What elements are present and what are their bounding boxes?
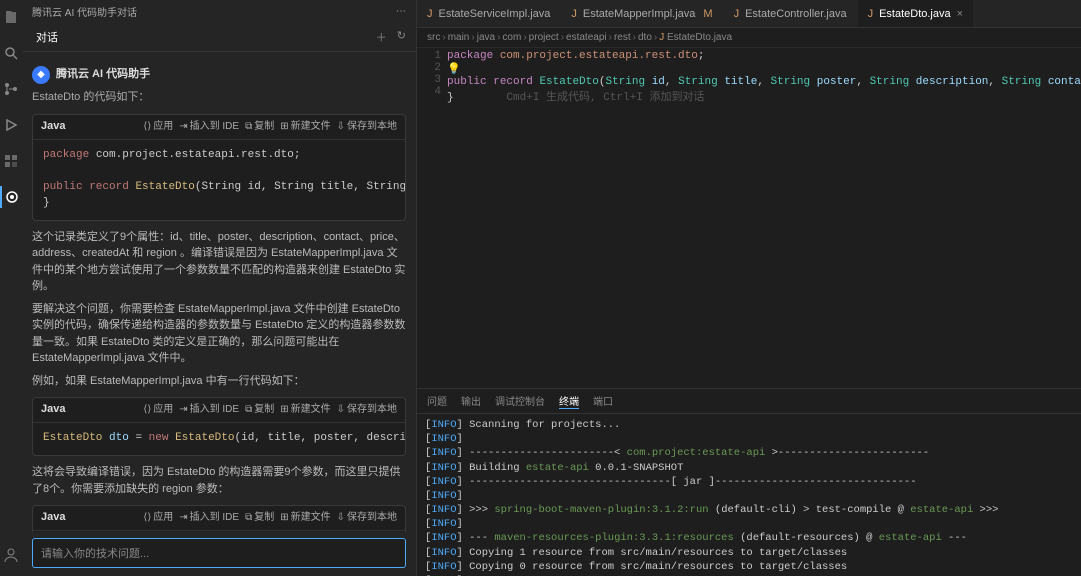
newfile-button[interactable]: ⊞ 新建文件: [280, 120, 330, 135]
extensions-icon[interactable]: [0, 150, 22, 172]
tab-controller[interactable]: JEstateController.java: [724, 0, 858, 27]
panel-title: 腾讯云 AI 代码助手对话: [32, 4, 137, 19]
explain-1: 这个记录类定义了9个属性：id、title、poster、description…: [32, 229, 406, 295]
tab-dto[interactable]: JEstateDto.java×: [858, 0, 974, 27]
ai-icon[interactable]: [0, 186, 22, 208]
code-body-2: EstateDto dto = new EstateDto(id, title,…: [33, 423, 405, 455]
search-icon[interactable]: [0, 42, 22, 64]
copy-button[interactable]: ⧉ 复制: [245, 120, 274, 135]
chat-tab[interactable]: 对话: [32, 27, 62, 47]
code-area[interactable]: package com.project.estateapi.rest.dto; …: [447, 48, 1081, 388]
explorer-icon[interactable]: [0, 6, 22, 28]
code-card-3: Java ⟨⟩ 应用 ⇥ 插入到 IDE ⧉ 复制 ⊞ 新建文件 ⇩ 保存到本地…: [32, 505, 406, 532]
new-chat-icon[interactable]: ＋: [376, 29, 387, 45]
terminal-tabs: 问题 输出 调试控制台 终端 端口: [417, 389, 1081, 414]
bottom-panel: 问题 输出 调试控制台 终端 端口 [INFO] Scanning for pr…: [417, 388, 1081, 576]
code-editor[interactable]: 1234 package com.project.estateapi.rest.…: [417, 48, 1081, 388]
tab-problems[interactable]: 问题: [427, 393, 447, 409]
ai-avatar: ◆: [32, 66, 50, 84]
tab-debug[interactable]: 调试控制台: [495, 393, 545, 409]
tab-service[interactable]: JEstateServiceImpl.java: [417, 0, 561, 27]
ai-chat-panel: 腾讯云 AI 代码助手对话 ⋯ 对话 ＋ ↻ ◆ 腾讯云 AI 代码助手 Est…: [22, 0, 417, 576]
copy-button[interactable]: ⧉ 复制: [245, 403, 274, 418]
chat-body: ◆ 腾讯云 AI 代码助手 EstateDto 的代码如下： Java ⟨⟩ 应…: [22, 52, 416, 532]
debug-icon[interactable]: [0, 114, 22, 136]
editor-tabs: JEstateServiceImpl.java JEstateMapperImp…: [417, 0, 1081, 28]
save-button[interactable]: ⇩ 保存到本地: [337, 120, 397, 135]
user-prompt: EstateDto 的代码如下：: [32, 90, 406, 106]
code-card-2: Java ⟨⟩ 应用 ⇥ 插入到 IDE ⧉ 复制 ⊞ 新建文件 ⇩ 保存到本地…: [32, 397, 406, 456]
code-lang: Java: [41, 119, 137, 135]
breadcrumb[interactable]: src›main›java›com›project›estateapi›rest…: [417, 28, 1081, 48]
tab-terminal[interactable]: 终端: [559, 393, 579, 409]
tab-ports[interactable]: 端口: [593, 393, 613, 409]
apply-button[interactable]: ⟨⟩ 应用: [143, 403, 173, 418]
explain-4: 这将会导致编译错误，因为 EstateDto 的构造器需要9个参数，而这里只提供…: [32, 464, 406, 497]
apply-button[interactable]: ⟨⟩ 应用: [143, 120, 173, 135]
account-icon[interactable]: [0, 544, 22, 566]
insert-ide-button[interactable]: ⇥ 插入到 IDE: [179, 403, 239, 418]
copy-button[interactable]: ⧉ 复制: [245, 511, 274, 526]
save-button[interactable]: ⇩ 保存到本地: [337, 511, 397, 526]
newfile-button[interactable]: ⊞ 新建文件: [280, 511, 330, 526]
close-tab-icon[interactable]: ×: [957, 8, 963, 20]
tab-mapper[interactable]: JEstateMapperImpl.javaM: [561, 0, 723, 27]
apply-button[interactable]: ⟨⟩ 应用: [143, 511, 173, 526]
ai-name: 腾讯云 AI 代码助手: [56, 67, 150, 83]
code-body-1: package com.project.estateapi.rest.dto; …: [33, 140, 405, 220]
panel-more-icon[interactable]: ⋯: [396, 6, 406, 17]
history-icon[interactable]: ↻: [397, 29, 406, 45]
scm-icon[interactable]: [0, 78, 22, 100]
newfile-button[interactable]: ⊞ 新建文件: [280, 403, 330, 418]
code-body-3: EstateDto dto = new EstateDto(id, title,…: [33, 531, 405, 532]
save-button[interactable]: ⇩ 保存到本地: [337, 403, 397, 418]
gutter: 1234: [417, 48, 447, 388]
explain-3: 例如，如果 EstateMapperImpl.java 中有一行代码如下：: [32, 373, 406, 390]
activity-bar: [0, 0, 22, 576]
explain-2: 要解决这个问题，你需要检查 EstateMapperImpl.java 文件中创…: [32, 301, 406, 367]
terminal-body[interactable]: [INFO] Scanning for projects...[INFO] [I…: [417, 414, 1081, 576]
chat-input[interactable]: 请输入你的技术问题...: [32, 538, 406, 568]
code-card-1: Java ⟨⟩ 应用 ⇥ 插入到 IDE ⧉ 复制 ⊞ 新建文件 ⇩ 保存到本地…: [32, 114, 406, 221]
tab-output[interactable]: 输出: [461, 393, 481, 409]
insert-ide-button[interactable]: ⇥ 插入到 IDE: [179, 511, 239, 526]
insert-ide-button[interactable]: ⇥ 插入到 IDE: [179, 120, 239, 135]
